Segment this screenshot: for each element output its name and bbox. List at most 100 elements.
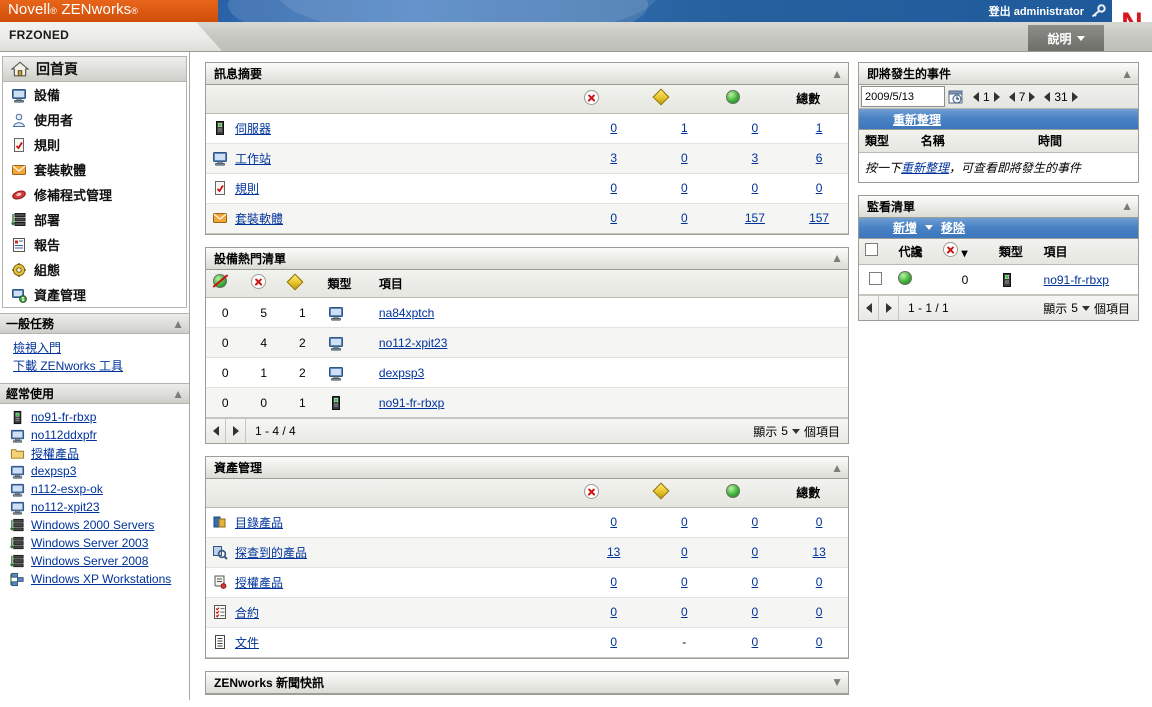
collapse-chevron-icon[interactable]: ▲ — [831, 68, 843, 80]
date-input[interactable]: 2009/5/13 — [861, 86, 945, 107]
help-label[interactable]: 說明 — [1047, 30, 1071, 47]
count-link[interactable]: 3 — [610, 151, 617, 165]
expand-chevron-icon[interactable]: ▼ — [831, 676, 843, 688]
select-all-checkbox[interactable] — [865, 243, 878, 257]
sidebar-item-bundle[interactable]: 套裝軟體 — [3, 157, 186, 182]
count-link[interactable]: 0 — [752, 575, 759, 589]
next-page-button[interactable] — [879, 296, 899, 320]
sidebar-item-user[interactable]: 使用者 — [3, 107, 186, 132]
count-link[interactable]: 0 — [816, 635, 823, 649]
frequent-link[interactable]: dexpsp3 — [0, 462, 189, 480]
chevron-left-icon[interactable] — [865, 303, 872, 313]
count-link[interactable]: 0 — [816, 605, 823, 619]
hint-refresh-link[interactable]: 重新整理 — [901, 161, 949, 175]
chevron-left-icon[interactable] — [1044, 91, 1051, 102]
range-stepper-31[interactable]: 31 — [1044, 90, 1078, 104]
help-button[interactable]: 說明 — [1028, 25, 1104, 51]
count-link[interactable]: 0 — [752, 635, 759, 649]
count-link[interactable]: 0 — [610, 211, 617, 225]
count-link[interactable]: 0 — [752, 181, 759, 195]
sort-descending-icon[interactable]: ▾ — [961, 246, 970, 260]
count-link[interactable]: 157 — [745, 211, 765, 225]
frequent-link[interactable]: Windows 2000 Servers — [0, 516, 189, 534]
row-link[interactable]: 合約 — [235, 604, 259, 621]
frequent-link[interactable]: Windows Server 2008 — [0, 552, 189, 570]
row-link[interactable]: 探查到的產品 — [235, 544, 307, 561]
count-link[interactable]: 1 — [681, 121, 688, 135]
collapse-chevron-icon[interactable]: ▲ — [172, 318, 184, 330]
row-link[interactable]: 伺服器 — [235, 120, 271, 137]
collapse-chevron-icon[interactable]: ▲ — [1121, 68, 1133, 80]
chevron-down-icon[interactable] — [925, 225, 934, 230]
chevron-left-icon[interactable] — [1008, 91, 1015, 102]
row-link[interactable]: 授權產品 — [235, 574, 283, 591]
count-link[interactable]: 0 — [752, 121, 759, 135]
count-link[interactable]: 0 — [681, 575, 688, 589]
count-link[interactable]: 0 — [610, 121, 617, 135]
count-link[interactable]: 0 — [681, 515, 688, 529]
chevron-right-icon[interactable] — [232, 426, 239, 436]
sidebar-item-home[interactable]: 回首頁 — [3, 57, 186, 82]
sidebar-item-asset-management[interactable]: $ 資產管理 — [3, 282, 186, 307]
count-link[interactable]: 13 — [607, 545, 620, 559]
device-link[interactable]: na84xptch — [379, 306, 434, 320]
chevron-right-icon[interactable] — [993, 91, 1000, 102]
chevron-right-icon[interactable] — [1029, 91, 1036, 102]
device-link[interactable]: dexpsp3 — [379, 366, 424, 380]
range-stepper-1[interactable]: 1 — [973, 90, 1000, 104]
count-link[interactable]: 0 — [681, 605, 688, 619]
next-page-button[interactable] — [226, 419, 246, 443]
count-link[interactable]: 0 — [752, 515, 759, 529]
frequent-link[interactable]: no112-xpit23 — [0, 498, 189, 516]
collapse-chevron-icon[interactable]: ▲ — [1121, 200, 1133, 212]
count-link[interactable]: 0 — [816, 515, 823, 529]
row-link[interactable]: 工作站 — [235, 150, 271, 167]
page-size-control[interactable]: 顯示 5 個項目 — [753, 423, 840, 440]
count-link[interactable]: 0 — [816, 575, 823, 589]
count-link[interactable]: 0 — [681, 545, 688, 559]
sidebar-item-deployment[interactable]: 部署 — [3, 207, 186, 232]
count-link[interactable]: 157 — [809, 211, 829, 225]
count-link[interactable]: 0 — [752, 605, 759, 619]
chevron-down-icon[interactable] — [1076, 35, 1085, 41]
count-link[interactable]: 0 — [681, 181, 688, 195]
chevron-right-icon[interactable] — [1071, 91, 1078, 102]
device-link[interactable]: no112-xpit23 — [379, 336, 448, 350]
frequent-link[interactable]: n112-esxp-ok — [0, 480, 189, 498]
row-link[interactable]: 目錄產品 — [235, 514, 283, 531]
frequent-link[interactable]: Windows Server 2003 — [0, 534, 189, 552]
range-stepper-7[interactable]: 7 — [1008, 90, 1036, 104]
count-link[interactable]: 0 — [610, 605, 617, 619]
logout-label[interactable]: 登出 administrator — [989, 3, 1084, 19]
col-select-all[interactable] — [859, 238, 893, 265]
count-link[interactable]: 1 — [816, 121, 823, 135]
collapse-chevron-icon[interactable]: ▲ — [172, 388, 184, 400]
count-link[interactable]: 0 — [610, 575, 617, 589]
prev-page-button[interactable] — [206, 419, 226, 443]
row-link[interactable]: 文件 — [235, 634, 259, 651]
frequent-link[interactable]: no91-fr-rbxp — [0, 408, 189, 426]
device-link[interactable]: no91-fr-rbxp — [379, 396, 444, 410]
sidebar-item-policy[interactable]: 規則 — [3, 132, 186, 157]
col-critical[interactable]: ▾ — [937, 238, 993, 265]
calendar-icon[interactable] — [945, 89, 967, 105]
sidebar-item-configuration[interactable]: 組態 — [3, 257, 186, 282]
frequent-link[interactable]: no112ddxpfr — [0, 426, 189, 444]
remove-button[interactable]: 移除 — [941, 219, 965, 236]
page-size-value[interactable]: 5 — [1071, 301, 1078, 315]
collapse-chevron-icon[interactable]: ▲ — [831, 252, 843, 264]
count-link[interactable]: 0 — [610, 181, 617, 195]
sidebar-item-report[interactable]: 報告 — [3, 232, 186, 257]
row-link[interactable]: 規則 — [235, 180, 259, 197]
count-link[interactable]: 0 — [610, 515, 617, 529]
page-size-control[interactable]: 顯示 5 個項目 — [1043, 300, 1130, 317]
sidebar-item-patch[interactable]: 修補程式管理 — [3, 182, 186, 207]
row-checkbox[interactable] — [869, 271, 883, 285]
refresh-link[interactable]: 重新整理 — [893, 111, 941, 128]
count-link[interactable]: 0 — [752, 545, 759, 559]
common-task-link[interactable]: 下載 ZENworks 工具 — [0, 356, 189, 374]
chevron-right-icon[interactable] — [885, 303, 892, 313]
count-link[interactable]: 6 — [816, 151, 823, 165]
count-link[interactable]: 13 — [812, 545, 825, 559]
device-link[interactable]: no91-fr-rbxp — [1044, 273, 1109, 287]
